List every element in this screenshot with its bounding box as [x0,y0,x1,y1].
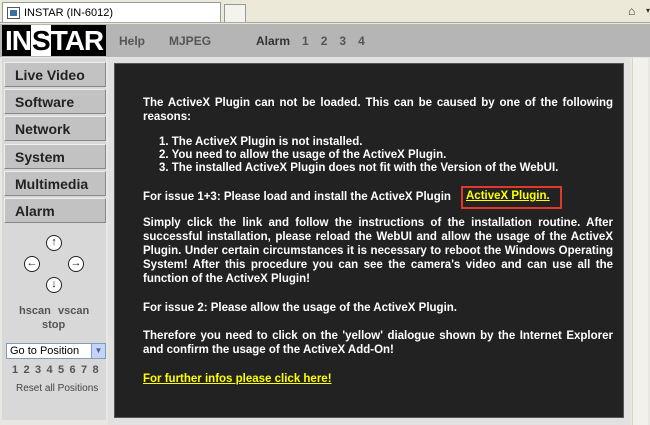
ptz-left-arrow-icon[interactable]: ← [24,256,40,272]
home-icon[interactable]: ⌂ [628,4,642,18]
alarm-label: Alarm [256,34,291,48]
reset-all-positions-link[interactable]: Reset all Positions [16,383,98,394]
preset-list: 1 2 3 4 5 6 7 8 [12,364,104,376]
alarm-1-link[interactable]: 1 [302,34,309,48]
browser-tab-title: INSTAR (IN-6012) [24,6,114,19]
preset-1[interactable]: 1 [12,364,24,376]
alarm-4-link[interactable]: 4 [358,34,365,48]
reason-2: 2. You need to allow the usage of the Ac… [159,149,447,161]
alarm-3-link[interactable]: 3 [339,34,346,48]
sidebar: Live Video Software Network System Multi… [2,58,106,420]
sidebar-item-network[interactable]: Network [4,116,106,141]
issue-2-text: For issue 2: Please allow the usage of t… [143,302,457,314]
plugin-link-highlight [461,186,562,209]
chevron-down-icon[interactable]: ▼ [91,344,105,358]
page-favicon-icon [7,6,20,19]
hscan-button[interactable]: hscan [19,305,51,317]
preset-5[interactable]: 5 [58,364,70,376]
reason-3: 3. The installed ActiveX Plugin does not… [159,162,559,174]
app-header: IN S TAR Help MJPEG Alarm 1 2 3 4 [0,24,650,57]
main-area: The ActiveX Plugin can not be loaded. Th… [108,58,630,425]
stop-button[interactable]: stop [42,319,65,331]
instar-logo: IN S TAR [2,25,106,56]
further-info-link[interactable]: For further infos please click here! [143,373,332,385]
ptz-up-arrow-icon[interactable]: ↑ [46,235,62,251]
preset-4[interactable]: 4 [47,364,59,376]
sidebar-item-software[interactable]: Software [4,89,106,114]
reason-1: 1. The ActiveX Plugin is not installed. [159,136,363,148]
yellow-dialog-text: Therefore you need to click on the 'yell… [143,330,613,356]
alarm-navigation: Alarm 1 2 3 4 [256,34,365,48]
alarm-2-link[interactable]: 2 [321,34,328,48]
go-to-position-select[interactable]: Go to Position ▼ [6,343,106,359]
further-info-wrapper: For further infos please click here! [143,372,613,386]
preset-2[interactable]: 2 [24,364,36,376]
top-navigation: Help MJPEG [119,34,235,48]
sidebar-item-multimedia[interactable]: Multimedia [4,171,106,196]
ptz-down-arrow-icon[interactable]: ↓ [46,277,62,293]
browser-tab-bar: INSTAR (IN-6012) ⌂ ▾ [0,0,650,23]
ptz-right-arrow-icon[interactable]: → [68,256,84,272]
sidebar-item-alarm[interactable]: Alarm [4,198,106,223]
nav-help[interactable]: Help [119,34,145,48]
activex-message-panel: The ActiveX Plugin can not be loaded. Th… [114,63,624,418]
nav-mjpeg[interactable]: MJPEG [169,34,211,48]
sidebar-item-system[interactable]: System [4,144,106,169]
sidebar-item-live-video[interactable]: Live Video [4,62,106,87]
browser-tab[interactable]: INSTAR (IN-6012) [2,2,221,22]
instructions-text: Simply click the link and follow the ins… [143,217,613,285]
preset-3[interactable]: 3 [35,364,47,376]
dropdown-arrow-icon[interactable]: ▾ [646,6,650,15]
new-tab-button[interactable] [224,4,246,22]
reasons-list: 1. The ActiveX Plugin is not installed. … [159,136,558,175]
issue-1-3-label: For issue 1+3: Please load and install t… [143,191,451,203]
preset-7[interactable]: 7 [81,364,93,376]
go-to-position-value: Go to Position [10,345,80,357]
intro-text: The ActiveX Plugin can not be loaded. Th… [143,97,613,123]
preset-8[interactable]: 8 [93,364,105,376]
preset-6[interactable]: 6 [70,364,82,376]
page-scrollbar[interactable] [632,58,648,425]
vscan-button[interactable]: vscan [58,305,89,317]
